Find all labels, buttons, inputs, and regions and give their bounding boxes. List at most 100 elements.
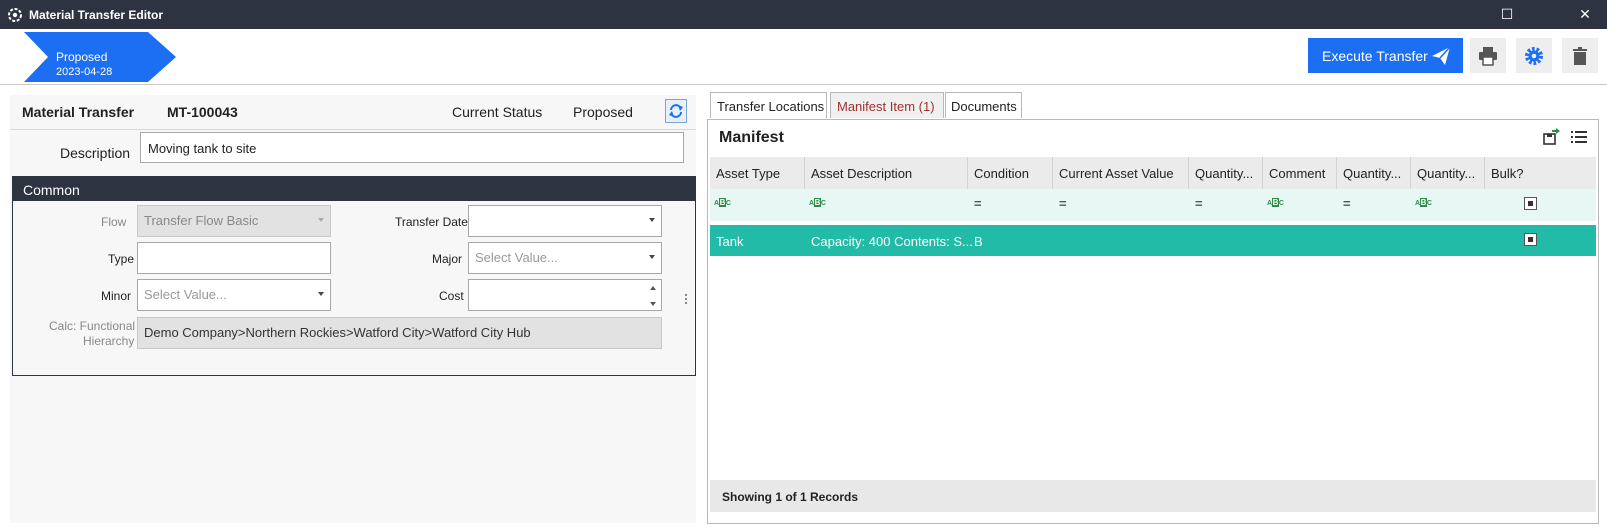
hierarchy-label-line2: Hierarchy xyxy=(83,334,135,348)
grid-footer: Showing 1 of 1 Records xyxy=(710,480,1596,512)
spinner-icon[interactable] xyxy=(649,285,657,307)
app-logo-icon xyxy=(8,8,22,22)
common-section-header: Common xyxy=(13,177,695,201)
cell-asset-description: Capacity: 400 Contents: S... xyxy=(811,234,973,249)
column-header-label: Current Asset Value xyxy=(1059,166,1174,181)
flow-select: Transfer Flow Basic xyxy=(137,205,331,237)
column-header-label: Quantity... xyxy=(1343,166,1402,181)
column-header-asset-description[interactable]: Asset Description xyxy=(805,157,968,189)
type-input[interactable] xyxy=(137,242,331,274)
manifest-title: Manifest xyxy=(719,129,784,146)
cost-label: Cost xyxy=(439,289,464,303)
cell-asset-type: Tank xyxy=(716,234,744,249)
filter-contains-icon[interactable]: ABC xyxy=(714,198,731,212)
column-header-comment[interactable]: Comment xyxy=(1263,157,1337,189)
export-icon[interactable] xyxy=(1542,128,1560,146)
filter-equals-icon[interactable]: = xyxy=(974,196,982,211)
column-header-quantity-2[interactable]: Quantity... xyxy=(1337,157,1411,189)
minor-select[interactable]: Select Value... xyxy=(137,279,331,311)
gear-icon xyxy=(1525,47,1543,65)
filter-equals-icon[interactable]: = xyxy=(1195,196,1203,211)
major-select[interactable]: Select Value... xyxy=(468,242,662,274)
column-header-asset-type[interactable]: Asset Type xyxy=(710,157,805,189)
functional-hierarchy-value: Demo Company>Northern Rockies>Watford Ci… xyxy=(144,325,531,340)
table-row[interactable]: Tank Capacity: 400 Contents: S... B xyxy=(710,225,1596,256)
maximize-button[interactable]: ☐ xyxy=(1496,4,1518,25)
tab-label: Transfer Locations xyxy=(717,99,825,114)
delete-button[interactable] xyxy=(1562,38,1598,73)
minor-placeholder: Select Value... xyxy=(144,287,227,302)
tab-label: Manifest Item (1) xyxy=(837,99,935,114)
transfer-date-label: Transfer Date xyxy=(395,215,468,229)
column-header-label: Comment xyxy=(1269,166,1326,181)
window-title: Material Transfer Editor xyxy=(29,8,164,22)
print-button[interactable] xyxy=(1470,38,1506,73)
flow-value: Transfer Flow Basic xyxy=(144,213,259,228)
filter-equals-icon[interactable]: = xyxy=(1343,196,1351,211)
type-label: Type xyxy=(108,252,135,266)
filter-contains-icon[interactable]: ABC xyxy=(809,198,826,212)
chevron-down-icon xyxy=(318,292,324,296)
description-input[interactable]: Moving tank to site xyxy=(140,132,684,163)
close-button[interactable]: ✕ xyxy=(1574,4,1596,25)
cost-input[interactable] xyxy=(468,279,662,311)
record-type-label: Material Transfer xyxy=(22,104,135,120)
refresh-icon xyxy=(669,104,683,118)
chevron-down-icon xyxy=(649,255,655,259)
execute-transfer-label: Execute Transfer xyxy=(1322,48,1428,64)
column-header-condition[interactable]: Condition xyxy=(968,157,1053,189)
settings-button[interactable] xyxy=(1516,38,1552,73)
description-label: Description xyxy=(60,145,131,161)
toolbar: Proposed 2023-04-28 Execute Transfer xyxy=(0,29,1607,85)
transfer-details-pane: Material Transfer MT-100043 Current Stat… xyxy=(10,95,696,523)
refresh-button[interactable] xyxy=(665,99,687,123)
functional-hierarchy-field: Demo Company>Northern Rockies>Watford Ci… xyxy=(137,317,662,349)
hierarchy-label-line1: Calc: Functional xyxy=(49,319,136,333)
column-header-label: Condition xyxy=(974,166,1029,181)
printer-icon xyxy=(1479,47,1497,66)
column-header-label: Asset Description xyxy=(811,166,913,181)
major-placeholder: Select Value... xyxy=(475,250,558,265)
bulk-filter-checkbox[interactable] xyxy=(1524,197,1537,210)
description-value: Moving tank to site xyxy=(148,141,257,156)
manifest-pane: Transfer Locations Manifest Item (1) Doc… xyxy=(707,90,1599,524)
transfer-date-picker[interactable] xyxy=(468,205,662,237)
chevron-down-icon xyxy=(649,218,655,222)
filter-contains-icon[interactable]: ABC xyxy=(1267,198,1284,212)
record-id: MT-100043 xyxy=(167,104,238,120)
minor-label: Minor xyxy=(101,289,132,303)
column-chooser-icon[interactable] xyxy=(1570,128,1588,146)
filter-equals-icon[interactable]: = xyxy=(1059,196,1067,211)
current-status-label: Current Status xyxy=(452,104,543,120)
flow-label: Flow xyxy=(101,215,127,229)
filter-contains-icon[interactable]: ABC xyxy=(1415,198,1432,212)
column-header-quantity-1[interactable]: Quantity... xyxy=(1189,157,1263,189)
tab-manifest-item[interactable]: Manifest Item (1) xyxy=(830,92,944,118)
column-header-current-asset-value[interactable]: Current Asset Value xyxy=(1053,157,1189,189)
title-bar: Material Transfer Editor ☐ ✕ xyxy=(0,0,1607,29)
column-header-label: Bulk? xyxy=(1491,166,1524,181)
filter-row: ABC ABC = = = ABC = ABC xyxy=(710,189,1596,221)
status-chevron: Proposed 2023-04-28 xyxy=(24,32,176,82)
major-label: Major xyxy=(432,252,463,266)
cell-condition: B xyxy=(974,234,983,249)
record-header: Material Transfer MT-100043 Current Stat… xyxy=(10,95,696,130)
trash-icon xyxy=(1573,47,1587,65)
chevron-down-icon xyxy=(318,218,324,222)
tab-documents[interactable]: Documents xyxy=(945,92,1022,118)
common-section: Common Flow Transfer Flow Basic Transfer… xyxy=(12,176,696,376)
column-header-label: Quantity... xyxy=(1417,166,1476,181)
column-header-label: Quantity... xyxy=(1195,166,1254,181)
send-icon xyxy=(1432,46,1451,65)
manifest-grid: Manifest Asset Type Asset Description Co… xyxy=(707,119,1599,524)
pane-splitter[interactable] xyxy=(685,294,688,306)
tab-transfer-locations[interactable]: Transfer Locations xyxy=(710,92,827,118)
current-status-value: Proposed xyxy=(573,104,633,120)
column-header-bulk[interactable]: Bulk? xyxy=(1485,157,1596,189)
status-chevron-label: Proposed xyxy=(56,50,108,64)
record-count: Showing 1 of 1 Records xyxy=(722,490,859,504)
tab-label: Documents xyxy=(951,99,1017,114)
column-header-quantity-3[interactable]: Quantity... xyxy=(1411,157,1485,189)
bulk-checkbox[interactable] xyxy=(1524,233,1537,246)
execute-transfer-button[interactable]: Execute Transfer xyxy=(1308,38,1463,73)
